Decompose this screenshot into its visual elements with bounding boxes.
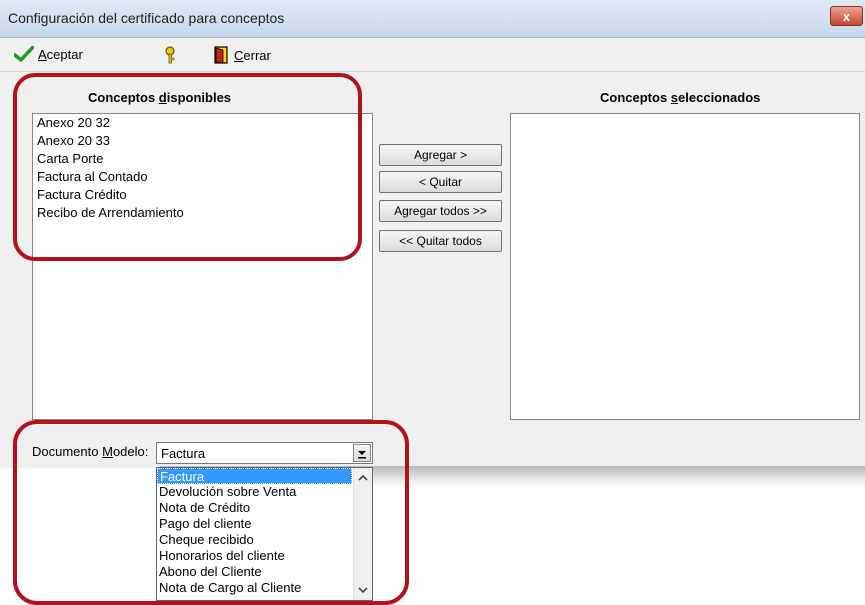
available-item[interactable]: Carta Porte [33, 150, 372, 168]
scroll-up-icon [358, 474, 368, 481]
document-model-label-pre: Documento [32, 444, 103, 459]
title-bar: Configuración del certificado para conce… [0, 0, 865, 38]
window-title: Configuración del certificado para conce… [8, 10, 285, 26]
help-button[interactable] [163, 46, 177, 64]
available-heading-post: isponibles [166, 90, 232, 105]
dropdown-option[interactable]: Nota de Cargo al Cliente [157, 580, 352, 596]
available-item[interactable]: Factura al Contado [33, 168, 372, 186]
remove-button[interactable]: < Quitar [379, 171, 502, 193]
available-heading: Conceptos disponibles [88, 90, 231, 105]
document-model-label: Documento Modelo: [32, 444, 148, 459]
dropdown-option[interactable]: Honorarios del cliente [157, 548, 352, 564]
document-model-dropdown[interactable]: Factura Devolución sobre Venta Nota de C… [156, 467, 373, 601]
selected-heading: Conceptos seleccionados [600, 90, 760, 105]
available-item[interactable]: Anexo 20 32 [33, 114, 372, 132]
accept-label: ceptar [46, 46, 83, 62]
close-button[interactable]: Cerrar [214, 46, 271, 64]
document-model-label-post: odelo: [112, 444, 149, 459]
available-item[interactable]: Recibo de Arrendamiento [33, 204, 372, 222]
remove-all-button[interactable]: << Quitar todos [379, 230, 502, 252]
selected-heading-mnemonic: s [670, 90, 679, 105]
document-model-select[interactable]: Factura [156, 442, 373, 464]
key-icon [165, 46, 175, 64]
add-button[interactable]: Agregar > [379, 144, 502, 166]
close-label: errar [243, 47, 271, 63]
dropdown-option[interactable]: Factura [157, 468, 352, 484]
chevron-down-icon [358, 451, 366, 459]
selected-heading-pre: Conceptos [600, 90, 671, 105]
accept-mnemonic: A [38, 46, 47, 62]
dropdown-option[interactable]: Abono del Cliente [157, 564, 352, 580]
available-item[interactable]: Anexo 20 33 [33, 132, 372, 150]
check-icon [14, 46, 34, 62]
document-model-label-mnemonic: M [102, 444, 113, 459]
window-close-button[interactable]: x [830, 6, 863, 26]
add-all-button[interactable]: Agregar todos >> [379, 200, 502, 222]
selected-heading-post: eleccionados [678, 90, 761, 105]
available-item[interactable]: Factura Crédito [33, 186, 372, 204]
toolbar: Aceptar Cerrar [0, 38, 865, 72]
available-list[interactable]: Anexo 20 32 Anexo 20 33 Carta Porte Fact… [32, 113, 373, 420]
accept-button[interactable]: Aceptar [14, 46, 83, 62]
dropdown-option[interactable]: Cheque recibido [157, 532, 352, 548]
dropdown-toggle-button[interactable] [353, 444, 371, 462]
available-heading-pre: Conceptos [88, 90, 159, 105]
dropdown-option[interactable]: Pago del cliente [157, 516, 352, 532]
dropdown-option[interactable]: Nota de Crédito [157, 500, 352, 516]
close-mnemonic: C [234, 47, 244, 63]
dropdown-option[interactable]: Devolución sobre Venta [157, 484, 352, 500]
selected-list[interactable] [510, 113, 860, 420]
scroll-down-icon [358, 587, 368, 594]
dropdown-scrollbar[interactable] [353, 468, 372, 600]
door-exit-icon [214, 46, 228, 64]
available-heading-mnemonic: d [158, 90, 167, 105]
document-model-value: Factura [161, 446, 206, 461]
dialog-body: Aceptar Cerrar Conceptos disponibles Con… [0, 38, 865, 468]
